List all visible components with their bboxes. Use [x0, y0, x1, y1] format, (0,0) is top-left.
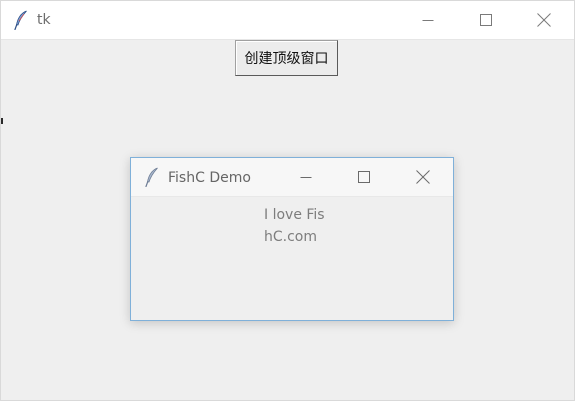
- message-label: I love FishC.com: [264, 207, 325, 245]
- main-maximize-button[interactable]: [463, 1, 509, 39]
- toplevel-maximize-button[interactable]: [341, 158, 387, 196]
- create-toplevel-button[interactable]: 创建顶级窗口: [235, 40, 338, 76]
- toplevel-window-title: FishC Demo: [168, 170, 251, 186]
- maximize-icon: [358, 171, 370, 183]
- main-window-title: tk: [37, 12, 51, 28]
- main-titlebar[interactable]: tk: [1, 1, 574, 40]
- toplevel-close-button[interactable]: [400, 158, 446, 196]
- edge-mark: [1, 118, 3, 124]
- close-icon: [416, 170, 430, 184]
- minimize-icon: [422, 20, 434, 21]
- feather-icon[interactable]: [144, 167, 160, 187]
- toplevel-titlebar[interactable]: FishC Demo: [131, 158, 453, 197]
- feather-icon[interactable]: [13, 10, 29, 30]
- close-icon: [537, 13, 551, 27]
- minimize-icon: [300, 177, 312, 178]
- main-minimize-button[interactable]: [405, 1, 451, 39]
- main-close-button[interactable]: [521, 1, 567, 39]
- toplevel-minimize-button[interactable]: [283, 158, 329, 196]
- toplevel-window: FishC Demo I love FishC.com: [130, 157, 454, 321]
- maximize-icon: [480, 14, 492, 26]
